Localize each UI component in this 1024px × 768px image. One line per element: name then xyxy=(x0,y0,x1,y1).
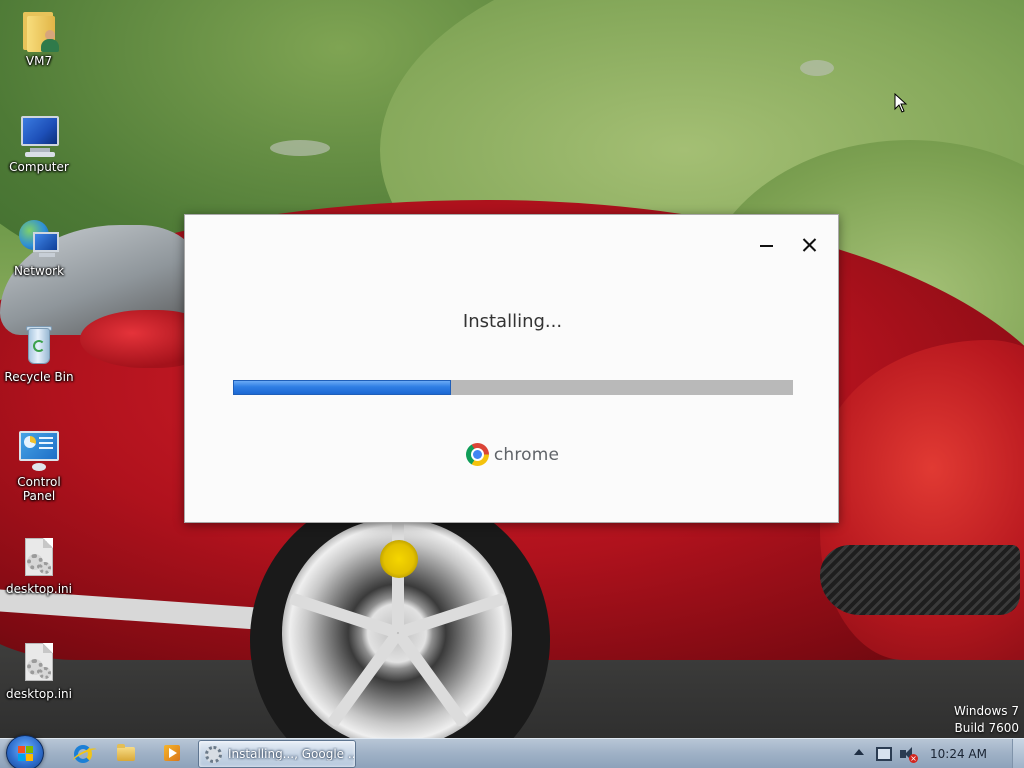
watermark-os: Windows 7 xyxy=(953,704,1019,718)
install-status-text: Installing... xyxy=(462,311,563,332)
user-folder-icon xyxy=(17,8,61,52)
minimize-button[interactable] xyxy=(750,229,782,259)
desktop-icon-label: Recycle Bin xyxy=(4,370,74,384)
desktop-icon-network[interactable]: Network xyxy=(0,218,78,278)
volume-muted-icon[interactable]: × xyxy=(900,746,918,763)
taskbar-task-label: Installing..., Google ... xyxy=(228,747,354,761)
ini-file-icon xyxy=(17,536,61,580)
taskbar: Installing..., Google ... × 10:24 AM xyxy=(0,735,1024,768)
computer-icon xyxy=(17,114,61,158)
show-hidden-icons-icon[interactable] xyxy=(854,749,864,755)
taskbar-task-chrome-installer[interactable]: Installing..., Google ... xyxy=(198,740,356,768)
chrome-logo-icon xyxy=(465,443,489,466)
windows-build-watermark: Windows 7 Build 7600 xyxy=(954,703,1019,737)
desktop-icon-control-panel[interactable]: Control Panel xyxy=(0,429,78,503)
taskbar-pin-media-player[interactable] xyxy=(154,742,190,766)
taskbar-pin-internet-explorer[interactable] xyxy=(64,742,100,766)
control-panel-icon xyxy=(17,429,61,473)
recycle-bin-icon xyxy=(17,324,61,368)
chrome-brand: chrome xyxy=(185,443,840,469)
installer-icon xyxy=(205,746,222,763)
taskbar-pin-windows-explorer[interactable] xyxy=(108,742,144,766)
desktop-icon-desktop-ini[interactable]: desktop.ini xyxy=(0,536,78,596)
desktop-icon-label: Computer xyxy=(9,160,69,174)
ini-file-icon xyxy=(17,641,61,685)
network-icon[interactable] xyxy=(876,747,892,761)
desktop-icon-vm7[interactable]: VM7 xyxy=(0,8,78,68)
folder-icon xyxy=(117,744,135,761)
desktop-icon-label: desktop.ini xyxy=(6,582,72,596)
wallpaper-car-grille xyxy=(820,545,1020,615)
chrome-brand-name: chrome xyxy=(493,444,560,465)
internet-explorer-icon xyxy=(74,745,92,763)
wallpaper-rock xyxy=(800,60,834,76)
network-icon xyxy=(17,218,61,262)
notification-area: × 10:24 AM xyxy=(854,739,1024,768)
desktop-icon-label: desktop.ini xyxy=(6,687,72,701)
desktop-icon-label: Control Panel xyxy=(17,475,61,503)
close-button[interactable] xyxy=(793,229,825,259)
desktop-icon-computer[interactable]: Computer xyxy=(0,114,78,174)
install-progress-bar xyxy=(233,380,793,395)
desktop: VM7 Computer Network Recycle Bin Control… xyxy=(0,0,1024,738)
show-desktop-button[interactable] xyxy=(1012,739,1024,768)
wallpaper-wheel-hub xyxy=(380,540,418,578)
desktop-icon-label: Network xyxy=(13,264,65,278)
watermark-build: Build 7600 xyxy=(954,721,1019,735)
wallpaper-rock xyxy=(270,140,330,156)
install-progress-fill xyxy=(233,380,452,395)
chrome-installer-dialog: Installing... chrome xyxy=(184,214,839,523)
clock[interactable]: 10:24 AM xyxy=(930,747,987,761)
windows-logo-icon xyxy=(18,746,34,762)
start-button[interactable] xyxy=(6,735,44,768)
desktop-icon-desktop-ini[interactable]: desktop.ini xyxy=(0,641,78,701)
media-player-icon xyxy=(164,745,180,761)
desktop-icon-label: VM7 xyxy=(25,54,53,68)
minimize-icon xyxy=(760,245,773,247)
desktop-icon-recycle-bin[interactable]: Recycle Bin xyxy=(0,324,78,384)
